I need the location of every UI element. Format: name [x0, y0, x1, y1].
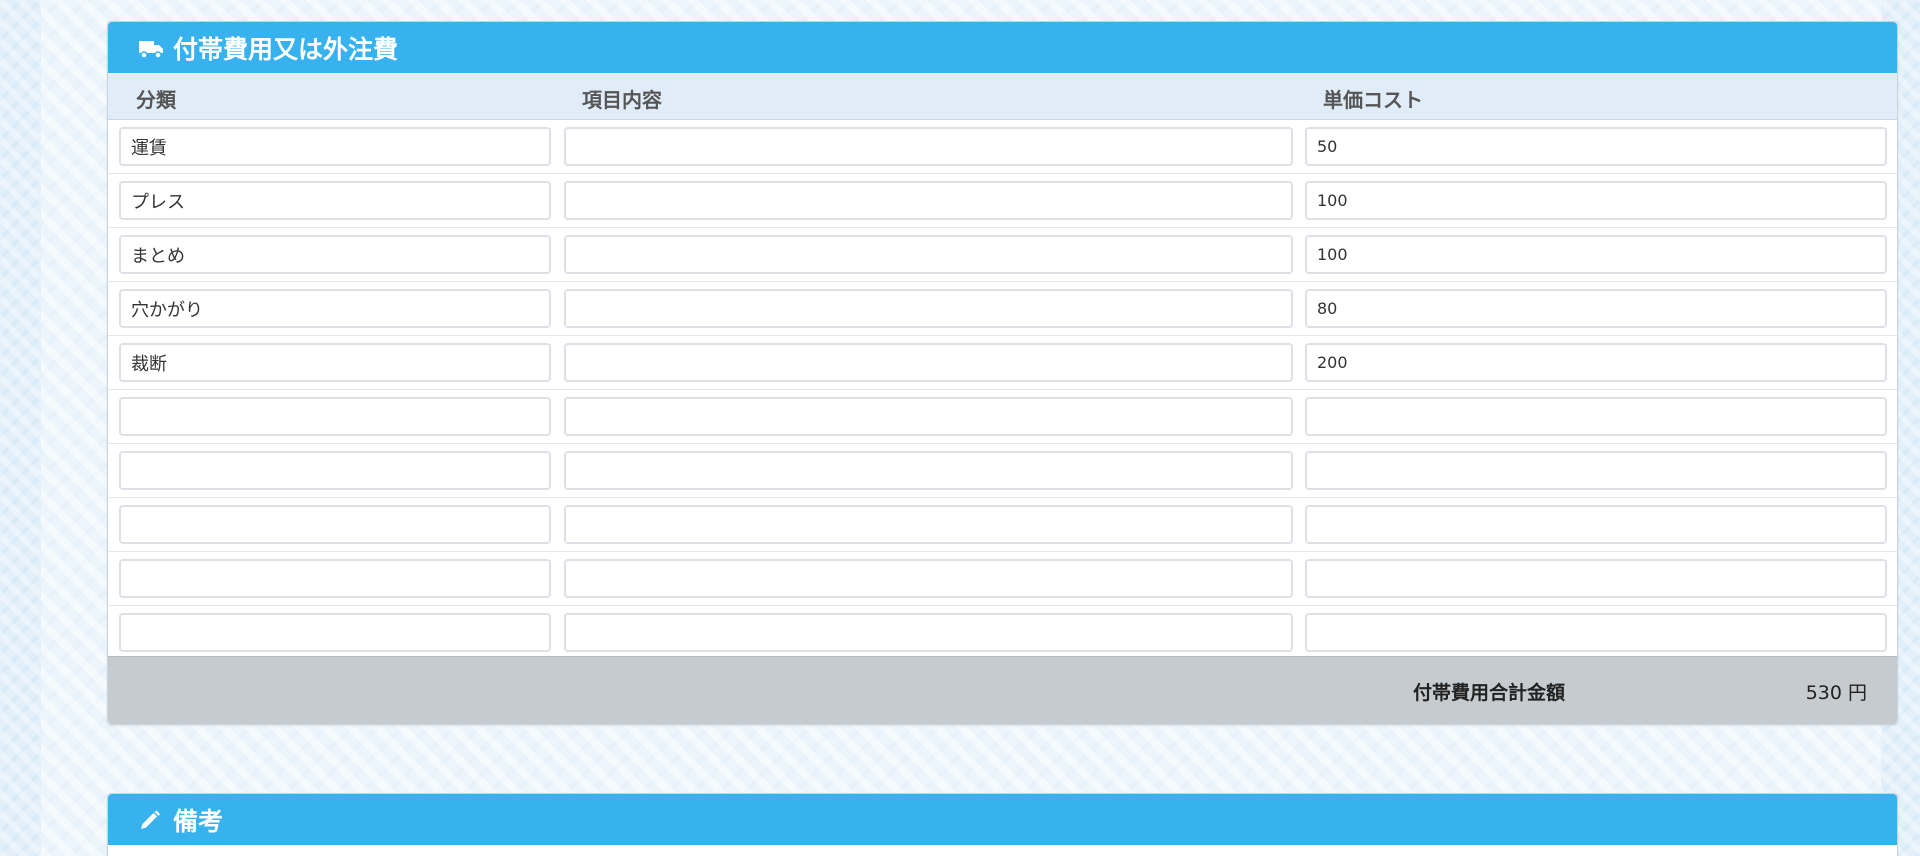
item-input[interactable]	[564, 613, 1293, 652]
category-input[interactable]	[119, 451, 551, 490]
additional-costs-panel: 付帯費用又は外注費 分類 項目内容 単価コスト 運賃 50 プレス 100 まと…	[107, 21, 1898, 725]
category-input[interactable]	[119, 181, 551, 220]
column-header-row: 分類 項目内容 単価コスト	[108, 73, 1897, 120]
category-input[interactable]	[119, 397, 551, 436]
total-label: 付帯費用合計金額	[1413, 682, 1566, 704]
table-row	[108, 444, 1897, 498]
notes-title: 備考	[173, 806, 224, 836]
unit-cost-input[interactable]	[1305, 181, 1887, 220]
unit-cost-input[interactable]	[1305, 289, 1887, 328]
table-row	[108, 174, 1897, 228]
total-row: 付帯費用合計金額 530 円	[108, 656, 1897, 724]
unit-cost-input[interactable]	[1305, 127, 1887, 166]
unit-cost-input[interactable]	[1305, 505, 1887, 544]
table-row	[108, 498, 1897, 552]
unit-cost-input[interactable]	[1305, 613, 1887, 652]
additional-costs-heading: 付帯費用又は外注費	[108, 22, 1897, 73]
category-input[interactable]	[119, 559, 551, 598]
item-input[interactable]	[564, 397, 1293, 436]
notes-heading: 備考	[108, 794, 1897, 845]
column-header-item: 項目内容	[582, 88, 662, 112]
item-input[interactable]	[564, 505, 1293, 544]
category-input[interactable]	[119, 343, 551, 382]
table-row	[108, 228, 1897, 282]
content-column: 付帯費用又は外注費 分類 項目内容 単価コスト 運賃 50 プレス 100 まと…	[41, 0, 1898, 856]
column-header-category: 分類	[136, 88, 176, 112]
category-input[interactable]	[119, 505, 551, 544]
table-row	[108, 120, 1897, 174]
table-row	[108, 390, 1897, 444]
item-input[interactable]	[564, 181, 1293, 220]
category-input[interactable]	[119, 235, 551, 274]
truck-icon	[138, 37, 164, 59]
additional-costs-title: 付帯費用又は外注費	[173, 34, 399, 64]
category-input[interactable]	[119, 127, 551, 166]
unit-cost-input[interactable]	[1305, 451, 1887, 490]
category-input[interactable]	[119, 613, 551, 652]
table-row	[108, 282, 1897, 336]
cost-rows	[108, 120, 1897, 660]
item-input[interactable]	[564, 559, 1293, 598]
category-input[interactable]	[119, 289, 551, 328]
pencil-icon	[138, 809, 164, 831]
unit-cost-input[interactable]	[1305, 343, 1887, 382]
notes-panel: 備考	[107, 793, 1898, 856]
total-value: 530 円	[1805, 682, 1867, 704]
table-row	[108, 552, 1897, 606]
item-input[interactable]	[564, 235, 1293, 274]
item-input[interactable]	[564, 343, 1293, 382]
item-input[interactable]	[564, 289, 1293, 328]
unit-cost-input[interactable]	[1305, 559, 1887, 598]
table-row	[108, 336, 1897, 390]
item-input[interactable]	[564, 127, 1293, 166]
unit-cost-input[interactable]	[1305, 397, 1887, 436]
unit-cost-input[interactable]	[1305, 235, 1887, 274]
column-header-unit-cost: 単価コスト	[1323, 88, 1423, 112]
item-input[interactable]	[564, 451, 1293, 490]
table-row	[108, 606, 1897, 660]
